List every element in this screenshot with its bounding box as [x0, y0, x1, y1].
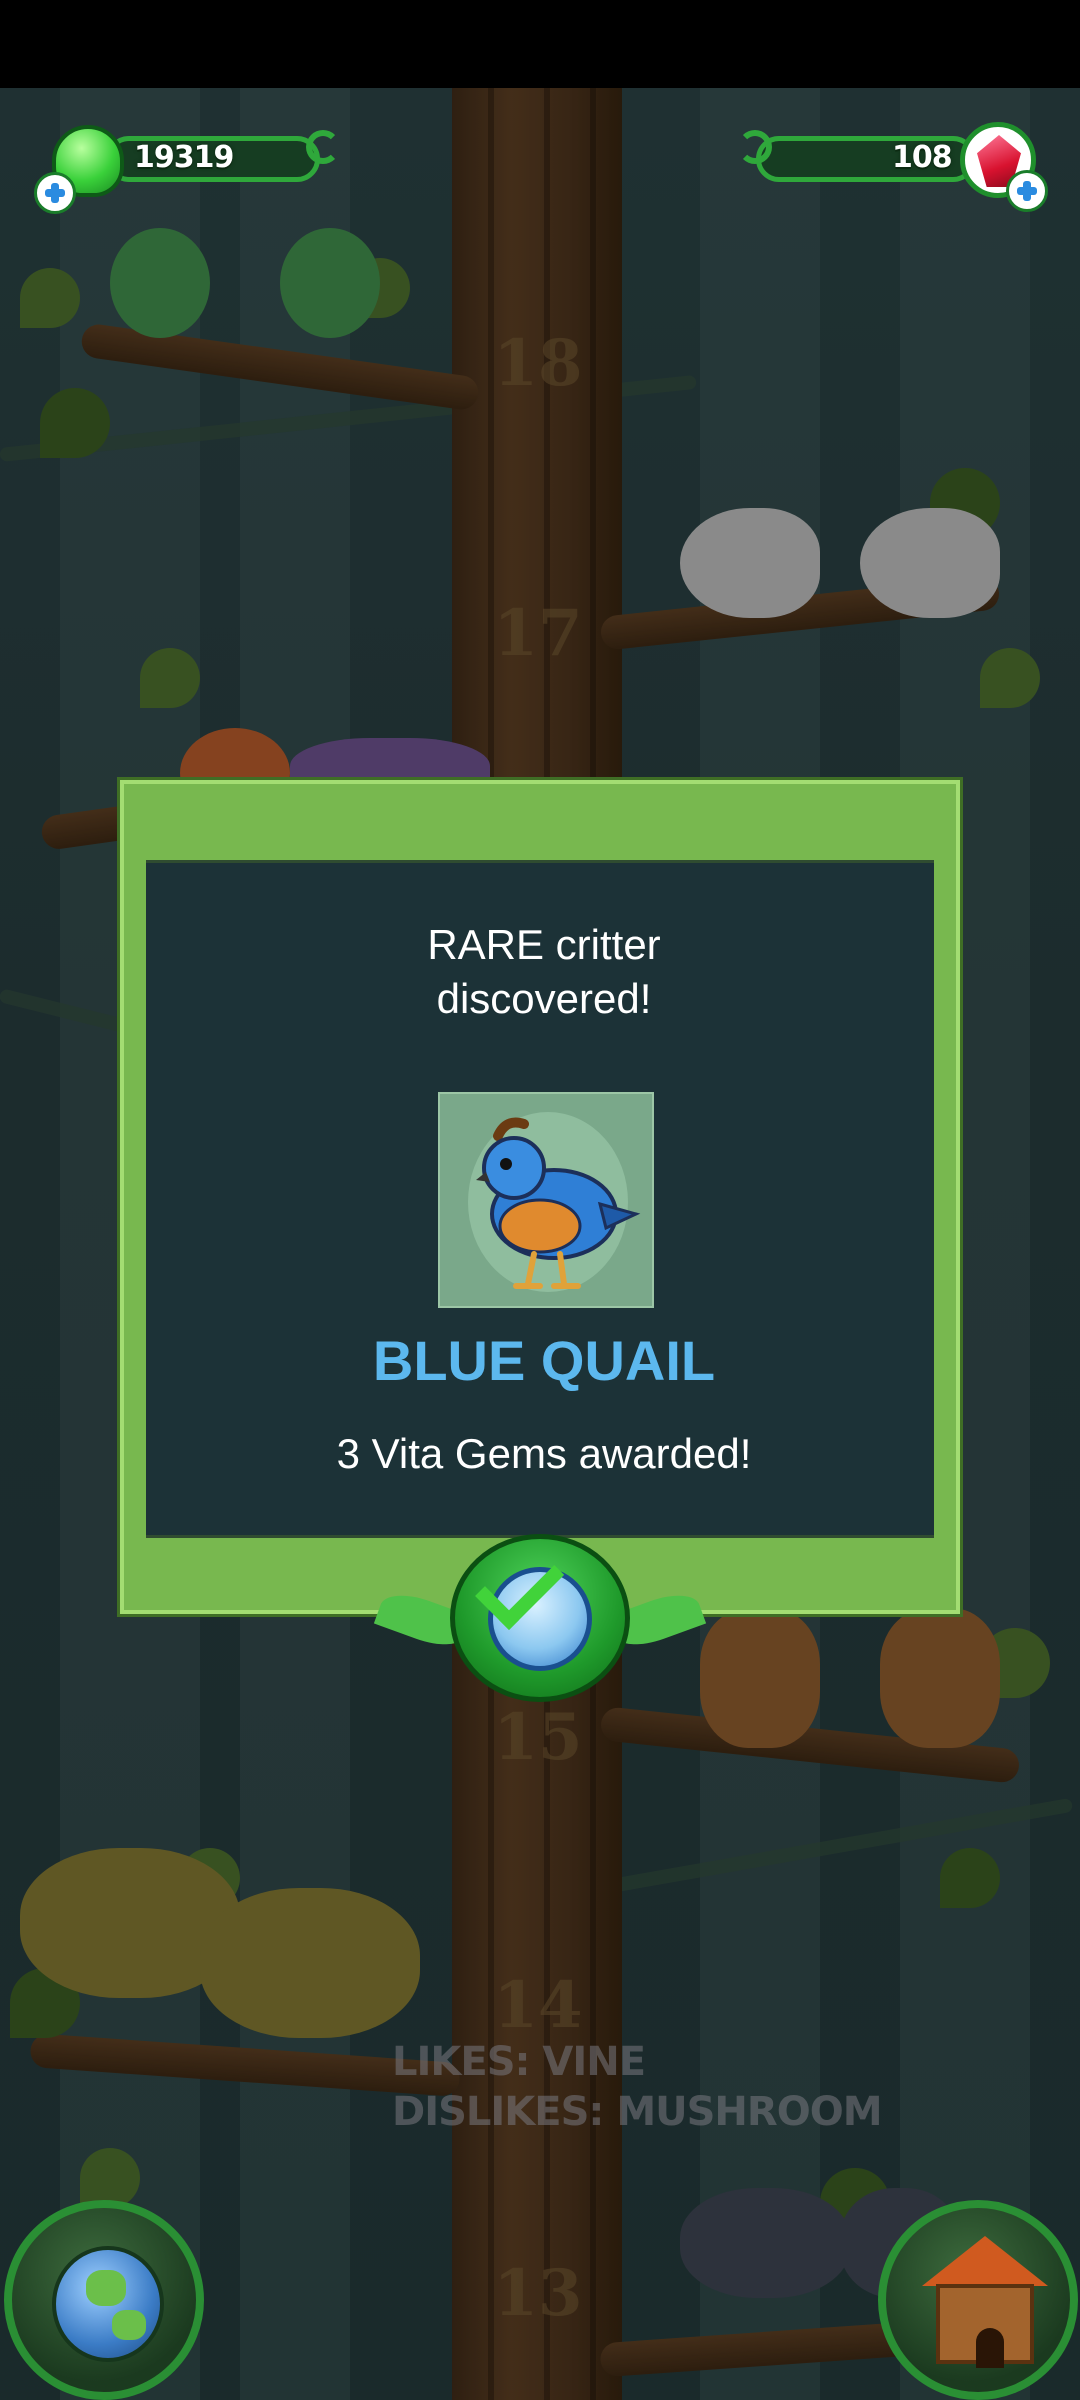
critter-portrait	[438, 1092, 654, 1308]
status-bar	[0, 0, 1080, 88]
checkmark-icon	[475, 1540, 565, 1630]
world-map-button[interactable]	[4, 2200, 204, 2400]
house-icon	[922, 2236, 1048, 2368]
add-gems-button[interactable]	[1006, 170, 1048, 212]
dialog-title: RARE critter discovered!	[124, 918, 964, 1026]
vine-curl-icon	[306, 130, 340, 164]
home-button[interactable]	[878, 2200, 1078, 2400]
award-text: 3 Vita Gems awarded!	[336, 1430, 752, 1477]
critter-name: BLUE QUAIL	[372, 1329, 716, 1392]
jelly-count: 19319	[134, 140, 234, 175]
globe-icon	[52, 2246, 164, 2362]
gem-count: 108	[892, 140, 953, 175]
blue-quail-icon	[476, 1117, 641, 1289]
dialog-title-line1: RARE critter	[427, 921, 661, 968]
critter-discovered-dialog: RARE critter discovered! BLUE QUAIL 3 Vi…	[120, 780, 960, 1614]
add-jelly-button[interactable]	[34, 172, 76, 214]
dialog-title-line2: discovered!	[436, 975, 652, 1022]
vine-curl-icon	[738, 130, 772, 164]
confirm-button[interactable]	[440, 1534, 640, 1702]
